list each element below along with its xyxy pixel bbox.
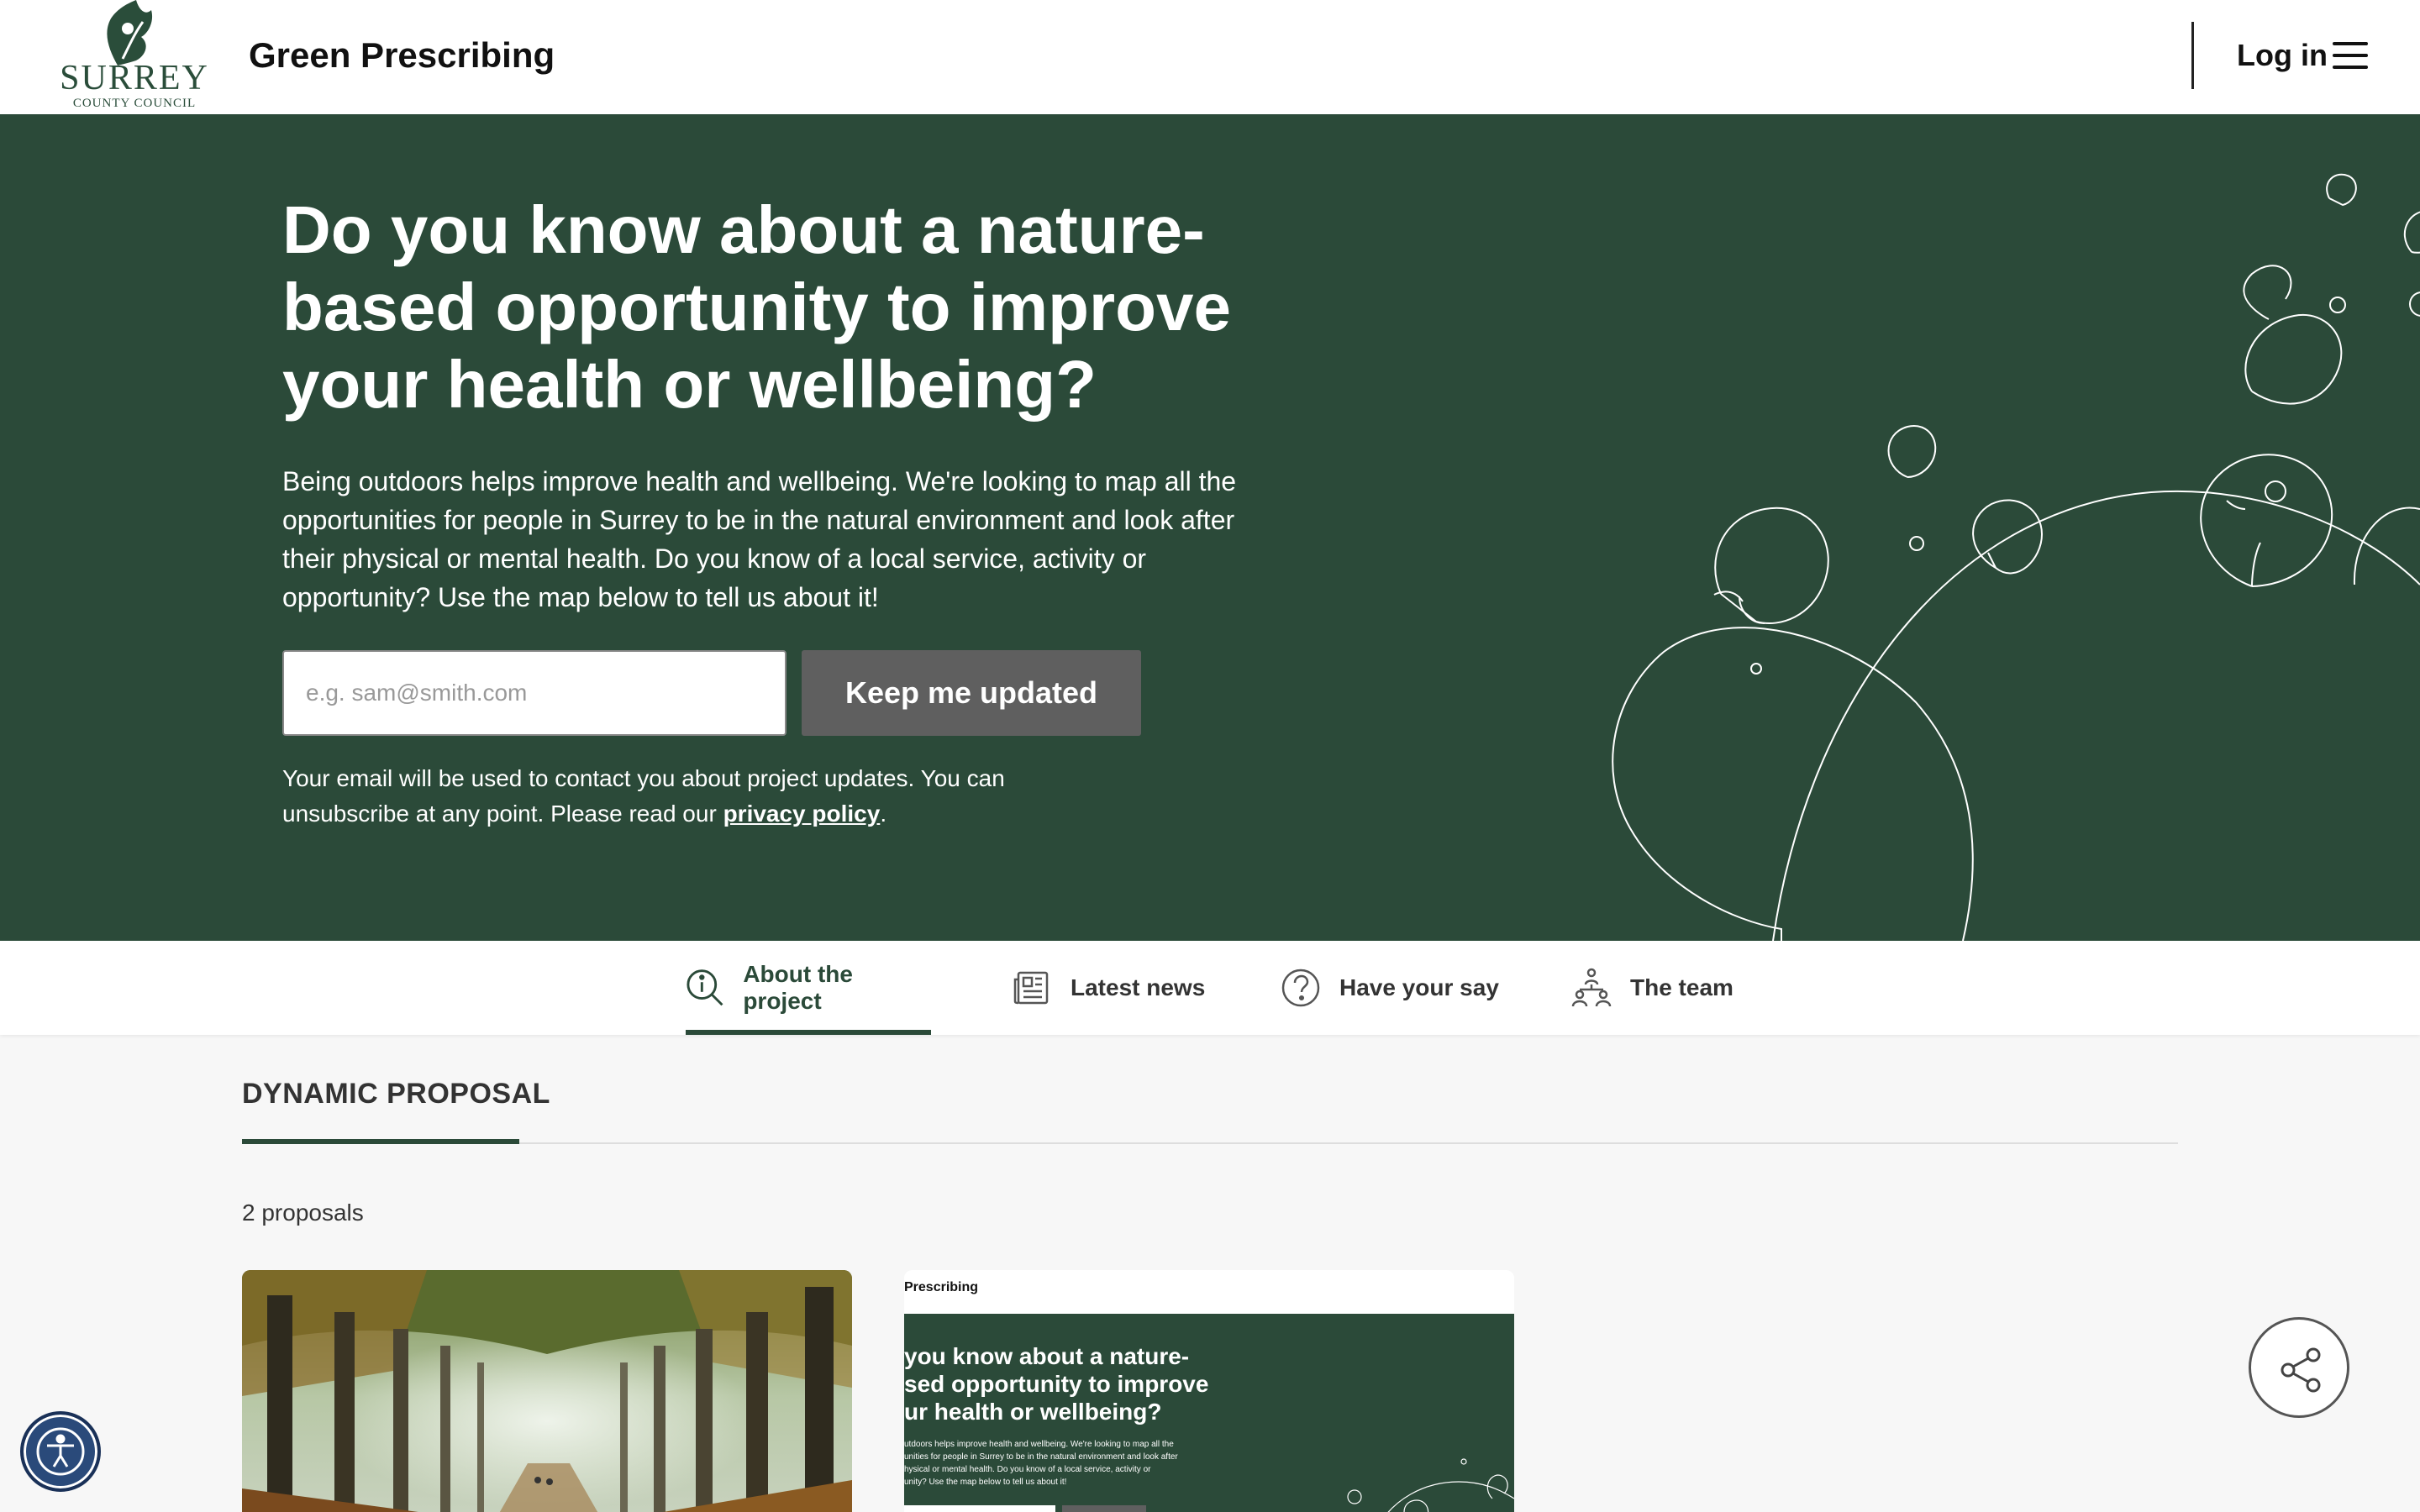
section-divider [519, 1142, 2178, 1144]
share-button[interactable] [2249, 1317, 2349, 1418]
forest-path-image [242, 1270, 852, 1512]
proposal-card[interactable]: Prescribing you know about a nature- sed… [904, 1270, 1514, 1512]
tab-label: Have your say [1339, 974, 1499, 1000]
tab-label: Latest news [1071, 974, 1206, 1000]
info-search-icon [687, 969, 723, 1006]
question-icon [1281, 969, 1320, 1007]
privacy-policy-link[interactable]: privacy policy [723, 801, 881, 827]
project-tabs: About the project Latest news Have your … [0, 941, 2420, 1035]
site-header: SURREY COUNTY COUNCIL Green Prescribing … [0, 0, 2420, 114]
tab-have-your-say[interactable]: Have your say [1281, 941, 1507, 1035]
proposal-card[interactable] [242, 1270, 852, 1512]
preview-site-title: Prescribing [904, 1280, 979, 1294]
privacy-note-end: . [880, 801, 887, 827]
hamburger-menu-icon[interactable] [2333, 42, 2371, 69]
tab-label: The team [1630, 974, 1733, 1000]
hero-description: Being outdoors helps improve health and … [282, 466, 1237, 612]
preview-decoration [1347, 1458, 1514, 1512]
tab-about-the-project[interactable]: About the project [686, 941, 931, 1035]
team-icon [1571, 968, 1612, 1007]
accessibility-button[interactable] [20, 1411, 101, 1492]
logo-subtitle: COUNTY COUNCIL [72, 97, 197, 110]
tab-latest-news[interactable]: Latest news [1012, 941, 1213, 1035]
decorative-bubbles-art [1612, 173, 2420, 941]
preview-header: Prescribing [904, 1270, 1514, 1314]
oak-leaf-icon [107, 0, 153, 66]
hero-banner: Do you know about a nature-based opportu… [0, 114, 2420, 941]
site-title[interactable]: Green Prescribing [249, 32, 555, 79]
privacy-note-text: Your email will be used to contact you a… [282, 765, 1005, 827]
logo-wordmark: SURREY [60, 59, 209, 97]
privacy-note: Your email will be used to contact you a… [282, 761, 1039, 832]
section-title-underline [242, 1139, 519, 1144]
surrey-county-council-logo[interactable]: SURREY COUNTY COUNCIL [59, 0, 210, 113]
newspaper-icon [1013, 971, 1049, 1005]
share-icon [2281, 1347, 2321, 1393]
section-title: DYNAMIC PROPOSAL [242, 1078, 550, 1110]
preview-hero: you know about a nature- sed opportunity… [904, 1314, 1514, 1512]
login-link[interactable]: Log in [2237, 32, 2328, 79]
email-field[interactable] [282, 650, 786, 736]
tab-label: About the project [743, 961, 853, 1014]
proposal-count: 2 proposals [242, 1200, 364, 1226]
tab-the-team[interactable]: The team [1571, 941, 1739, 1035]
hero-heading: Do you know about a nature-based opportu… [282, 192, 1231, 422]
keep-me-updated-button[interactable]: Keep me updated [802, 650, 1141, 736]
header-divider [2191, 22, 2194, 89]
accessibility-icon [36, 1427, 85, 1476]
